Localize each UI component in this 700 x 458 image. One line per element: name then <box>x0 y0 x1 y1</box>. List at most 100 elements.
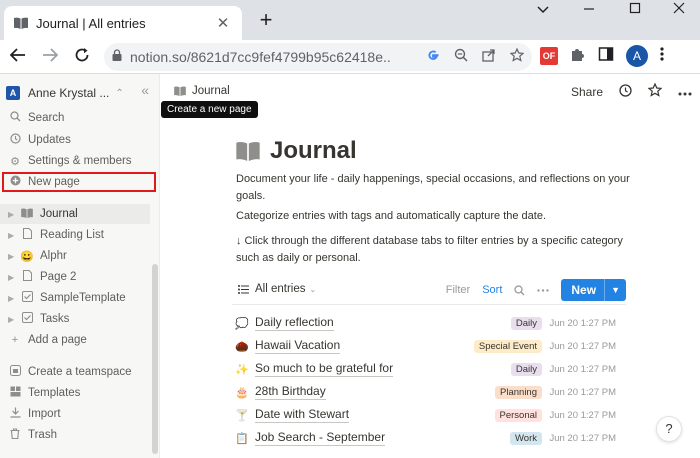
tag-badge: Special Event <box>473 339 542 353</box>
tag-badge: Planning <box>495 385 542 399</box>
forward-arrow-icon[interactable] <box>38 45 62 69</box>
chevron-down-icon[interactable] <box>520 0 566 22</box>
entry-title[interactable]: So much to be grateful for <box>255 361 394 377</box>
zoom-icon[interactable] <box>454 48 468 67</box>
reload-icon[interactable] <box>70 45 94 69</box>
close-tab-icon[interactable]: ✕ <box>214 14 232 32</box>
more-options-icon[interactable] <box>678 85 692 99</box>
view-tab-all-entries[interactable]: All entries ⌄ <box>238 283 316 295</box>
birthday-cake-icon: 🎂 <box>235 386 249 399</box>
chevron-down-icon[interactable]: ▼ <box>605 285 626 295</box>
share-page-icon[interactable] <box>482 48 496 67</box>
expand-arrow-icon[interactable]: ▶ <box>8 252 18 261</box>
book-icon[interactable] <box>236 141 260 161</box>
google-icon[interactable] <box>426 48 440 67</box>
sidebar-item-sampletemplate[interactable]: ▶ SampleTemplate <box>0 288 150 308</box>
sidebar-item-label: Reading List <box>40 229 104 241</box>
favorite-star-icon[interactable] <box>647 82 663 100</box>
extension-badge-icon[interactable]: OF <box>540 47 558 65</box>
entry-title[interactable]: Date with Stewart <box>255 407 350 423</box>
sidebar-item-tasks[interactable]: ▶ Tasks <box>0 309 150 329</box>
maximize-icon[interactable] <box>612 0 658 22</box>
url-text: notion.so/8621d7cc9fef4799b95c62418e... <box>130 49 390 65</box>
database-toolbar: All entries ⌄ Filter Sort New ▼ <box>232 279 626 305</box>
book-icon <box>20 208 34 221</box>
entry-date: Jun 20 1:27 PM <box>549 317 616 329</box>
profile-avatar[interactable]: A <box>626 45 648 67</box>
sidebar-item-templates[interactable]: Templates <box>0 383 150 403</box>
sidebar-item-create-teamspace[interactable]: Create a teamspace <box>0 362 150 382</box>
import-icon <box>8 407 22 421</box>
sidebar-item-label: Import <box>28 408 61 420</box>
sidebar-item-updates[interactable]: Updates <box>0 130 150 150</box>
more-options-icon[interactable] <box>537 288 550 292</box>
search-icon[interactable] <box>514 284 525 296</box>
expand-arrow-icon[interactable]: ▶ <box>8 294 18 303</box>
browser-tab[interactable]: Journal | All entries ✕ <box>4 6 242 40</box>
sidebar-item-search[interactable]: Search <box>0 108 150 128</box>
breadcrumb[interactable]: Journal <box>174 85 230 97</box>
extensions-puzzle-icon[interactable] <box>570 46 586 67</box>
templates-icon <box>8 386 22 400</box>
add-page-button[interactable]: + Add a page <box>0 330 150 350</box>
list-item[interactable]: 🎂 28th Birthday Planning Jun 20 1:27 PM <box>234 381 626 403</box>
list-item[interactable]: 📋 Job Search - September Work Jun 20 1:2… <box>234 427 626 449</box>
kebab-menu-icon[interactable] <box>660 46 664 67</box>
page-icon <box>20 228 34 242</box>
sidebar-item-journal[interactable]: ▶ Journal <box>0 204 150 224</box>
sidebar-item-label: Add a page <box>28 334 87 346</box>
list-item[interactable]: ✨ So much to be grateful for Daily Jun 2… <box>234 358 626 380</box>
sort-button[interactable]: Sort <box>482 284 502 296</box>
filter-button[interactable]: Filter <box>446 284 470 296</box>
entry-title[interactable]: Daily reflection <box>255 315 334 331</box>
breadcrumb-label: Journal <box>192 85 230 97</box>
workspace-switcher[interactable]: A Anne Krystal ... ⌃ <box>6 84 156 102</box>
checkbox-icon <box>20 312 34 326</box>
entry-date: Jun 20 1:27 PM <box>549 409 616 421</box>
entry-date: Jun 20 1:27 PM <box>549 386 616 398</box>
book-icon <box>174 86 186 96</box>
lock-icon[interactable] <box>112 48 122 66</box>
new-tab-button[interactable]: + <box>254 9 278 31</box>
smile-emoji-icon: 😀 <box>20 250 34 263</box>
list-item[interactable]: 🌰 Hawaii Vacation Special Event Jun 20 1… <box>234 335 626 357</box>
search-icon <box>8 111 22 125</box>
address-bar[interactable]: notion.so/8621d7cc9fef4799b95c62418e... <box>104 43 532 71</box>
entry-title[interactable]: Hawaii Vacation <box>255 338 341 354</box>
entry-title[interactable]: 28th Birthday <box>255 384 326 400</box>
page-title[interactable]: Journal <box>270 137 357 165</box>
sidebar-item-trash[interactable]: Trash <box>0 425 150 445</box>
sidebar-item-alphr[interactable]: ▶ 😀 Alphr <box>0 246 150 266</box>
sidebar: A Anne Krystal ... ⌃ « Search Updates ⚙ … <box>0 74 160 458</box>
bookmark-star-icon[interactable] <box>509 47 525 67</box>
page-description[interactable]: Document your life - daily happenings, s… <box>236 171 636 205</box>
share-button[interactable]: Share <box>571 85 603 99</box>
sidebar-item-import[interactable]: Import <box>0 404 150 424</box>
expand-arrow-icon[interactable]: ▶ <box>8 231 18 240</box>
close-window-icon[interactable] <box>656 0 700 22</box>
coconut-icon: 🌰 <box>235 340 249 353</box>
sidebar-item-label: Trash <box>28 429 57 441</box>
side-panel-icon[interactable] <box>598 46 614 67</box>
list-item[interactable]: 💭 Daily reflection Daily Jun 20 1:27 PM <box>234 312 626 334</box>
page-icon <box>20 270 34 284</box>
sidebar-item-label: Search <box>28 112 65 124</box>
back-arrow-icon[interactable] <box>6 45 30 69</box>
new-button-label: New <box>561 279 606 301</box>
sidebar-item-reading-list[interactable]: ▶ Reading List <box>0 225 150 245</box>
list-item[interactable]: 🍸 Date with Stewart Personal Jun 20 1:27… <box>234 404 626 426</box>
expand-arrow-icon[interactable]: ▶ <box>8 273 18 282</box>
collapse-sidebar-icon[interactable]: « <box>141 82 149 98</box>
expand-arrow-icon[interactable]: ▶ <box>8 210 18 219</box>
expand-arrow-icon[interactable]: ▶ <box>8 315 18 324</box>
page-description[interactable]: Categorize entries with tags and automat… <box>236 208 636 225</box>
sidebar-item-page-2[interactable]: ▶ Page 2 <box>0 267 150 287</box>
help-button[interactable]: ? <box>656 416 682 442</box>
history-clock-icon[interactable] <box>619 83 632 100</box>
page-instructions[interactable]: ↓ Click through the different database t… <box>236 233 636 267</box>
new-entry-button[interactable]: New ▼ <box>561 279 626 301</box>
sidebar-item-settings[interactable]: ⚙ Settings & members <box>0 151 150 171</box>
sidebar-scrollbar[interactable] <box>152 264 158 454</box>
entry-title[interactable]: Job Search - September <box>255 430 386 446</box>
minimize-icon[interactable] <box>566 0 612 22</box>
